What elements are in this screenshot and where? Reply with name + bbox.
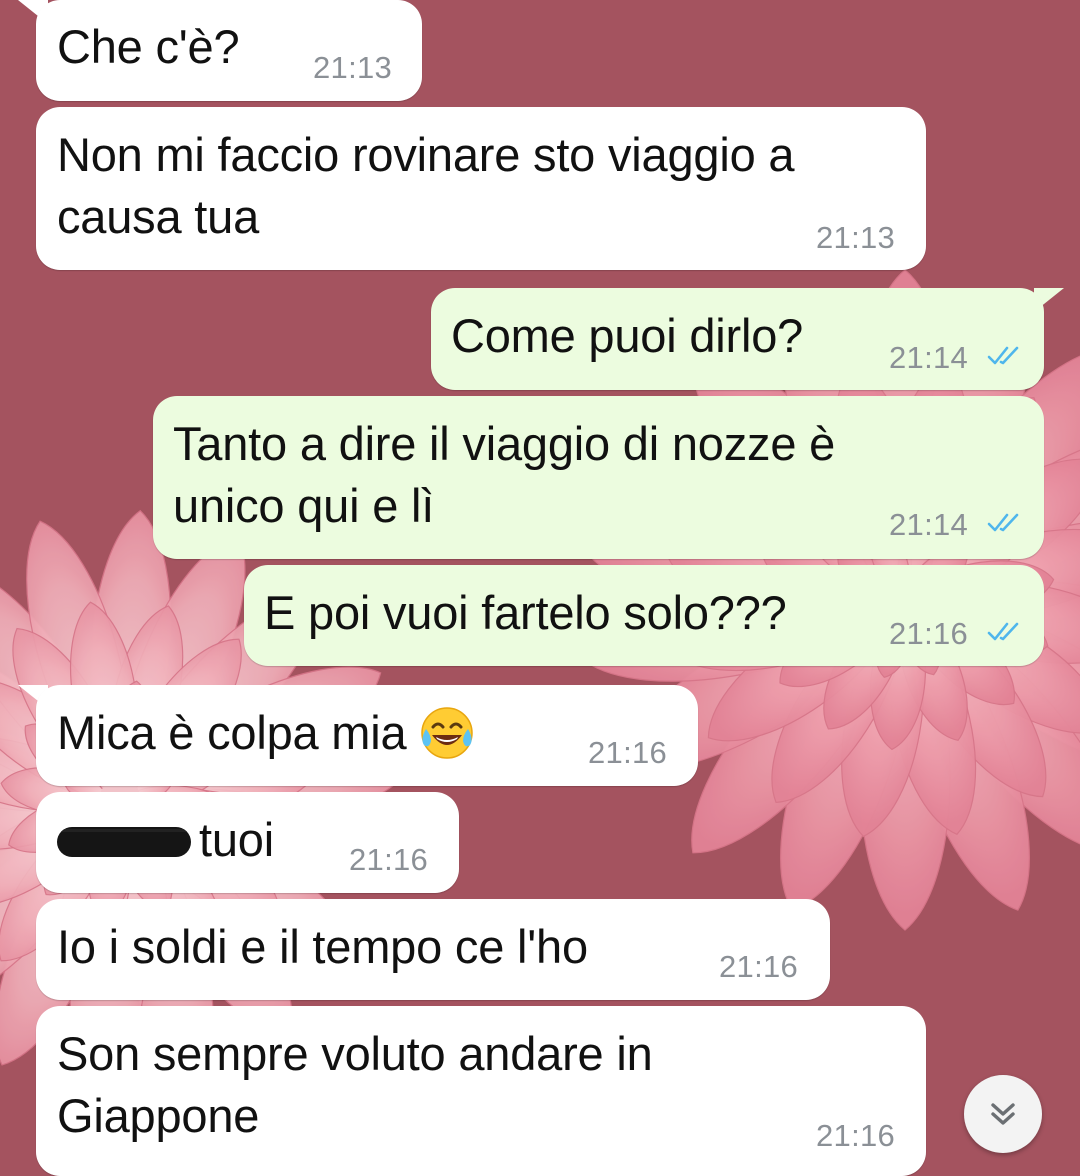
incoming-message[interactable]: Che c'è? 21:13 <box>36 0 422 101</box>
incoming-message[interactable]: Io i soldi e il tempo ce l'ho 21:16 <box>36 899 830 1000</box>
message-timestamp: 21:13 <box>313 50 393 85</box>
message-text: Mica è colpa mia <box>57 702 475 765</box>
incoming-message[interactable]: Mica è colpa mia 21:16 <box>36 685 698 786</box>
incoming-message[interactable]: Son sempre voluto andare in Giappone 21:… <box>36 1006 926 1176</box>
message-text: E poi vuoi fartelo solo??? <box>264 586 787 639</box>
message-text: Non mi faccio rovinare sto viaggio a cau… <box>57 128 795 243</box>
message-timestamp: 21:14 <box>889 340 969 375</box>
message-timestamp: 21:16 <box>719 949 799 984</box>
double-chevron-down-icon <box>991 1103 1015 1125</box>
redaction-scribble <box>57 826 191 857</box>
outgoing-message[interactable]: Come puoi dirlo? 21:14 <box>431 288 1044 390</box>
message-timestamp: 21:13 <box>816 220 896 255</box>
message-text: Son sempre voluto andare in Giappone <box>57 1027 653 1142</box>
message-timestamp: 21:16 <box>889 616 969 651</box>
message-text: Che c'è? <box>57 20 240 73</box>
message-timestamp: 21:16 <box>588 735 668 770</box>
message-timestamp: 21:16 <box>816 1118 896 1153</box>
message-text: Io i soldi e il tempo ce l'ho <box>57 920 588 973</box>
incoming-message[interactable]: tuoi 21:16 <box>36 792 459 893</box>
message-text: tuoi <box>57 809 274 871</box>
message-text: Tanto a dire il viaggio di nozze è unico… <box>173 417 836 532</box>
incoming-message[interactable]: Non mi faccio rovinare sto viaggio a cau… <box>36 107 926 270</box>
message-text: Come puoi dirlo? <box>451 309 804 362</box>
face-with-tears-of-joy-icon <box>421 706 474 759</box>
outgoing-message[interactable]: E poi vuoi fartelo solo??? 21:16 <box>244 565 1044 666</box>
scroll-to-bottom-button[interactable] <box>964 1075 1042 1153</box>
outgoing-message[interactable]: Tanto a dire il viaggio di nozze è unico… <box>153 396 1044 559</box>
double-check-read-icon <box>987 513 1019 532</box>
message-timestamp: 21:14 <box>889 507 969 542</box>
message-timestamp: 21:16 <box>349 842 429 877</box>
double-check-read-icon <box>987 622 1019 641</box>
double-check-read-icon <box>987 346 1019 365</box>
